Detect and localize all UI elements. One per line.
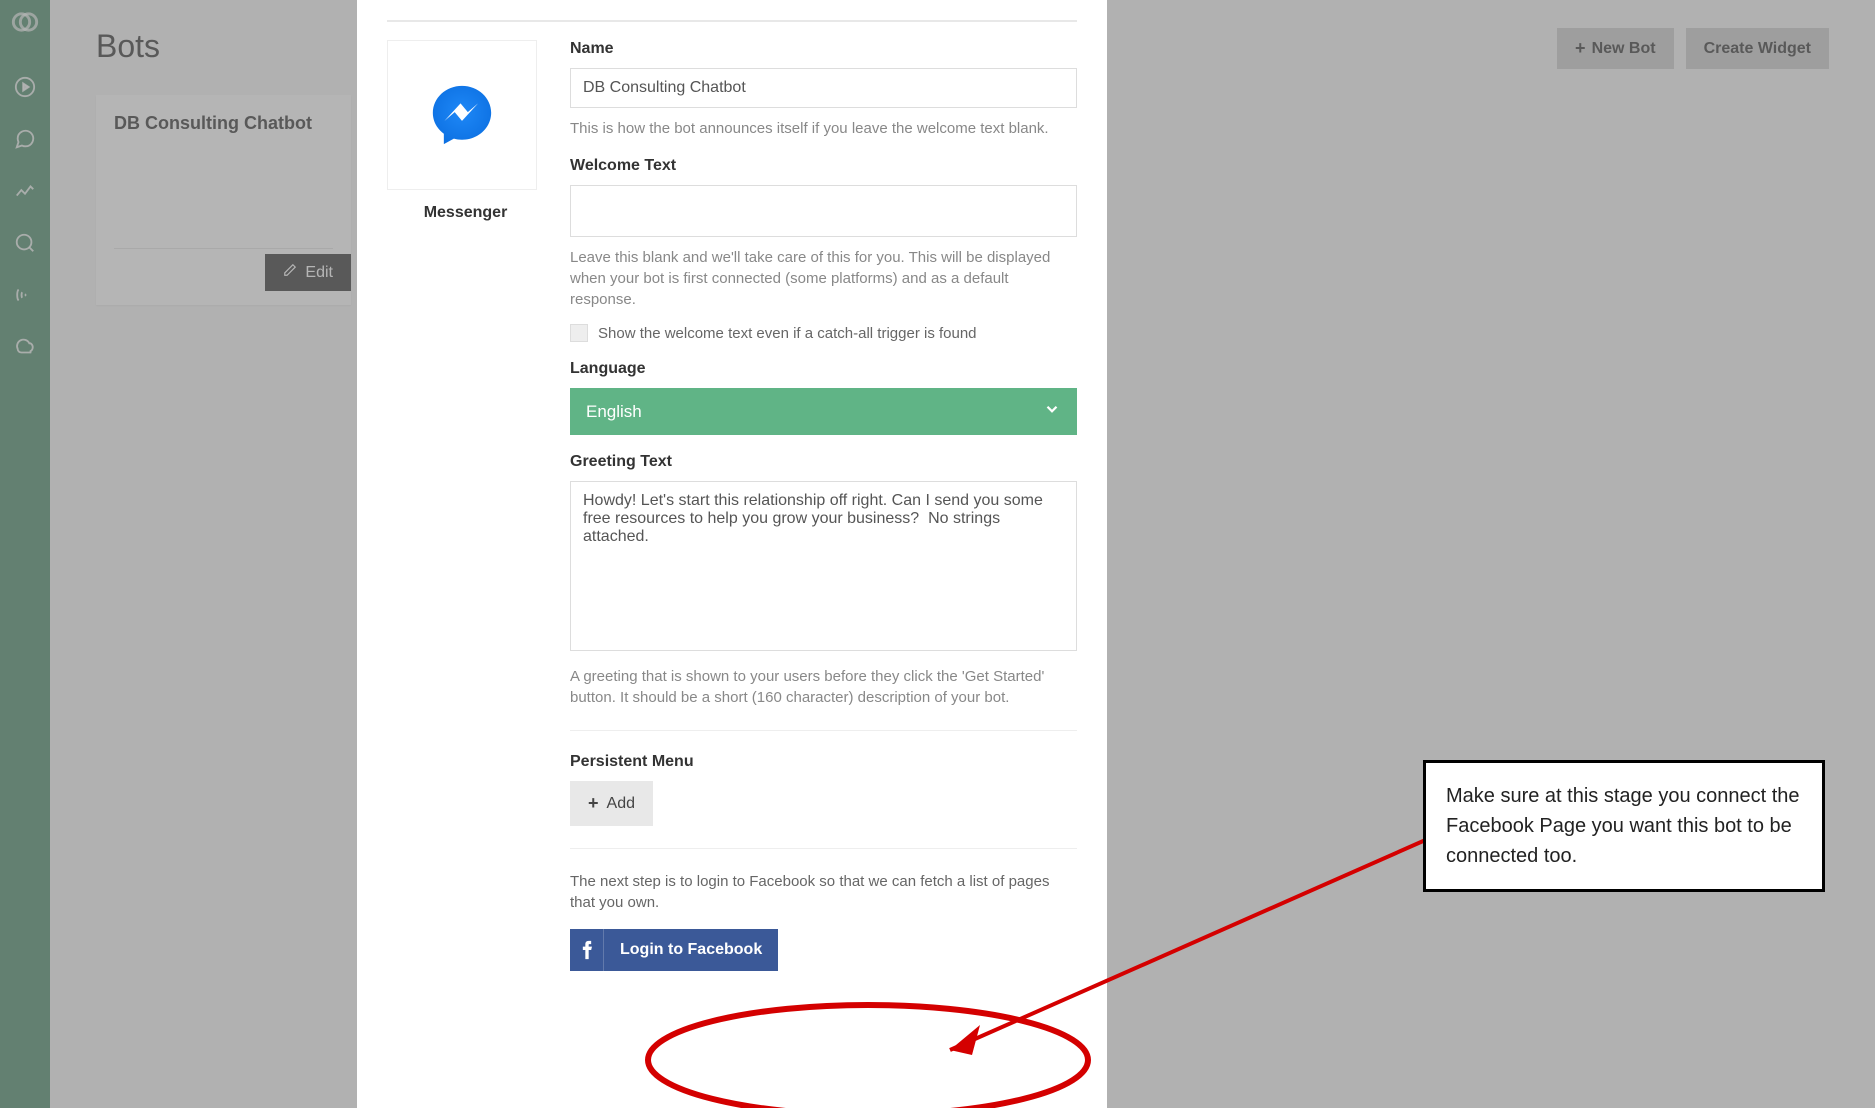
messenger-icon (387, 40, 537, 190)
annotation-text: Make sure at this stage you connect the … (1446, 785, 1800, 867)
greeting-help-text: A greeting that is shown to your users b… (570, 666, 1077, 708)
checkbox-icon[interactable] (570, 324, 588, 342)
language-value: English (586, 402, 642, 422)
language-select[interactable]: English (570, 388, 1077, 435)
name-input[interactable] (570, 68, 1077, 108)
show-welcome-label: Show the welcome text even if a catch-al… (598, 325, 977, 342)
welcome-help-text: Leave this blank and we'll take care of … (570, 247, 1077, 310)
greeting-text-label: Greeting Text (570, 453, 1077, 471)
persistent-menu-label: Persistent Menu (570, 753, 1077, 771)
name-help-text: This is how the bot announces itself if … (570, 118, 1077, 139)
divider (387, 20, 1077, 22)
name-label: Name (570, 40, 1077, 58)
login-facebook-label: Login to Facebook (604, 929, 778, 971)
platform-label: Messenger (387, 204, 544, 222)
bot-settings-modal: Messenger Name This is how the bot annou… (357, 0, 1107, 1108)
add-menu-button[interactable]: + Add (570, 781, 653, 826)
welcome-text-input[interactable] (570, 185, 1077, 237)
language-label: Language (570, 360, 1077, 378)
facebook-icon (570, 929, 604, 971)
next-step-text: The next step is to login to Facebook so… (570, 871, 1077, 913)
show-welcome-checkbox-row[interactable]: Show the welcome text even if a catch-al… (570, 324, 1077, 342)
platform-card: Messenger (387, 40, 544, 971)
divider (570, 730, 1077, 731)
plus-icon: + (588, 793, 599, 814)
add-label: Add (607, 795, 635, 813)
welcome-text-label: Welcome Text (570, 157, 1077, 175)
login-facebook-button[interactable]: Login to Facebook (570, 929, 778, 971)
divider (570, 848, 1077, 849)
greeting-text-input[interactable] (570, 481, 1077, 651)
annotation-callout: Make sure at this stage you connect the … (1423, 760, 1825, 892)
chevron-down-icon (1043, 400, 1061, 423)
